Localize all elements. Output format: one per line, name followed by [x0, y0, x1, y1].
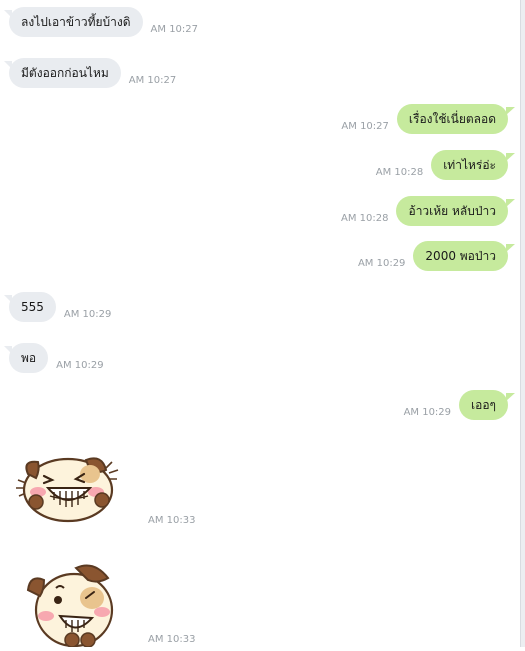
- message-outgoing[interactable]: AM 10:28 อ้าวเห้ย หลับป่าว: [333, 196, 515, 226]
- message-time: AM 10:27: [341, 121, 389, 132]
- message-time: AM 10:28: [375, 167, 424, 178]
- message-time: AM 10:29: [403, 407, 452, 418]
- message-bubble: อ้าวเห้ย หลับป่าว: [396, 196, 515, 226]
- message-outgoing[interactable]: AM 10:27 เรื่องใช้เนี่ยตลอด: [333, 104, 516, 134]
- smiling-dog-sticker-image: [26, 564, 114, 648]
- message-bubble: เท่าไหร่อ่ะ: [431, 150, 515, 180]
- scroll-track[interactable]: [520, 0, 525, 647]
- message-time: AM 10:29: [56, 360, 104, 371]
- message-bubble: มีตังออกก่อนไหม: [4, 58, 121, 88]
- message-time: AM 10:29: [63, 309, 112, 320]
- message-outgoing[interactable]: AM 10:29 เออๆ: [396, 390, 515, 420]
- chat-message-list[interactable]: ลงไปเอาข้าวที้ยบ้างดิ AM 10:27 มีตังออกก…: [0, 0, 520, 648]
- message-bubble: 555: [4, 292, 56, 322]
- message-incoming[interactable]: 555 AM 10:29: [4, 292, 119, 322]
- message-time: AM 10:27: [128, 75, 177, 86]
- message-incoming[interactable]: ลงไปเอาข้าวที้ยบ้างดิ AM 10:27: [4, 7, 206, 37]
- laughing-dog-sticker-image: [16, 457, 119, 523]
- message-time: AM 10:27: [150, 24, 199, 35]
- message-bubble: ลงไปเอาข้าวที้ยบ้างดิ: [4, 7, 143, 37]
- message-outgoing[interactable]: AM 10:28 เท่าไหร่อ่ะ: [368, 150, 515, 180]
- sticker-smiling-dog[interactable]: [14, 560, 124, 651]
- sticker-laughing-dog[interactable]: [14, 452, 124, 531]
- message-time: AM 10:29: [357, 258, 406, 269]
- message-time: AM 10:28: [341, 213, 389, 224]
- message-bubble: พอ: [3, 343, 49, 373]
- message-bubble: เออๆ: [459, 390, 515, 420]
- sticker-time: AM 10:33: [148, 515, 196, 526]
- message-bubble: 2000 พอป่าว: [413, 241, 515, 271]
- message-outgoing[interactable]: AM 10:29 2000 พอป่าว: [350, 241, 515, 271]
- message-incoming[interactable]: พอ AM 10:29: [3, 343, 112, 373]
- message-incoming[interactable]: มีตังออกก่อนไหม AM 10:27: [4, 58, 184, 88]
- message-bubble: เรื่องใช้เนี่ยตลอด: [396, 104, 516, 134]
- sticker-time: AM 10:33: [148, 634, 196, 645]
